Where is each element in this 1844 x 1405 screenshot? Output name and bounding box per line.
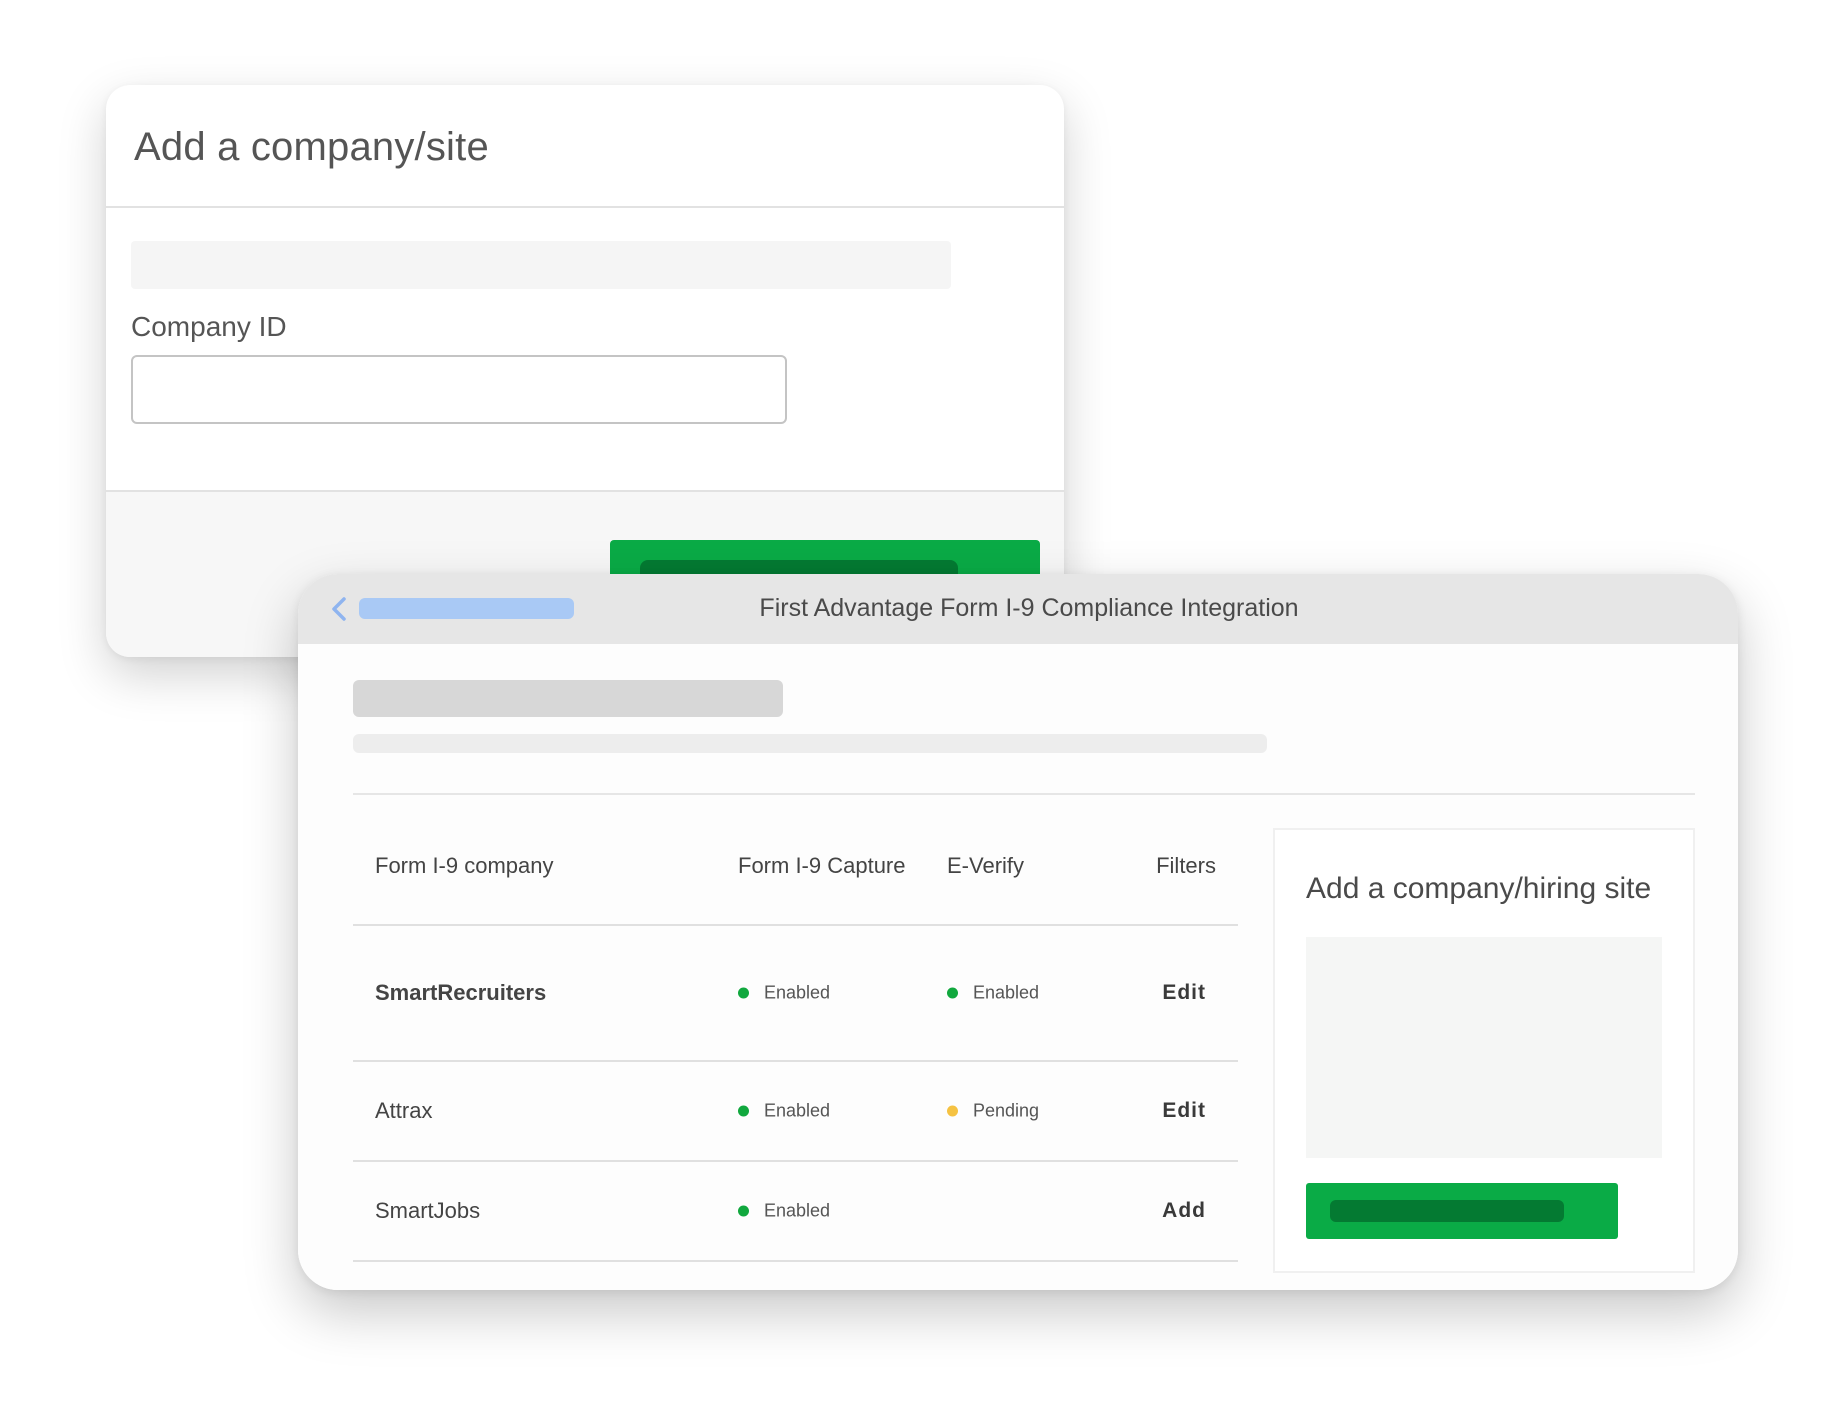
edit-button[interactable]: Edit <box>1162 1099 1206 1123</box>
company-name: Attrax <box>375 1098 433 1123</box>
add-company-modal: Add a company/site Company ID <box>106 85 1064 657</box>
column-header-everify: E-Verify <box>947 853 1025 878</box>
add-hiring-site-panel: Add a company/hiring site <box>1273 828 1695 1273</box>
add-button[interactable]: Add <box>1162 1199 1206 1223</box>
status-dot-icon <box>947 1105 958 1117</box>
everify-status: Enabled <box>947 983 1039 1004</box>
capture-status: Enabled <box>738 983 830 1004</box>
column-header-capture: Form I-9 Capture <box>738 853 906 878</box>
status-dot-icon <box>947 987 958 999</box>
panel-submit-button[interactable] <box>1306 1183 1618 1239</box>
window-body: Form I-9 company Form I-9 Capture E-Veri… <box>298 644 1738 1290</box>
stage: Add a company/site Company ID First Adva… <box>0 0 1844 1405</box>
window-title: First Advantage Form I-9 Compliance Inte… <box>759 594 1299 622</box>
window-header: First Advantage Form I-9 Compliance Inte… <box>298 574 1738 644</box>
capture-status-label: Enabled <box>764 1200 831 1221</box>
everify-status-label: Enabled <box>973 982 1040 1003</box>
table-row: Attrax Enabled Pending Edit <box>353 1062 1238 1162</box>
column-header-filters: Filters <box>1156 853 1216 878</box>
capture-status: Enabled <box>738 1201 830 1222</box>
company-name: SmartRecruiters <box>375 980 547 1005</box>
company-name: SmartJobs <box>375 1198 481 1223</box>
table-row: SmartJobs Enabled Add <box>353 1162 1238 1262</box>
button-label-placeholder <box>1330 1200 1564 1222</box>
edit-button[interactable]: Edit <box>1162 981 1206 1005</box>
modal-header-divider <box>106 206 1064 208</box>
column-header-company: Form I-9 company <box>375 853 554 878</box>
modal-placeholder-bar <box>131 241 951 289</box>
everify-status: Pending <box>947 1101 1039 1122</box>
panel-title: Add a company/hiring site <box>1306 872 1652 905</box>
panel-content-placeholder <box>1306 937 1662 1158</box>
integration-window: First Advantage Form I-9 Compliance Inte… <box>298 574 1738 1290</box>
company-id-input[interactable] <box>131 355 787 424</box>
everify-status-label: Pending <box>973 1100 1040 1121</box>
section-divider <box>353 793 1695 795</box>
capture-status-label: Enabled <box>764 1100 831 1121</box>
table-row: SmartRecruiters Enabled Enabled Edit <box>353 926 1238 1062</box>
table-header: Form I-9 company Form I-9 Capture E-Veri… <box>353 796 1238 926</box>
company-id-label: Company ID <box>131 311 287 342</box>
heading-placeholder <box>353 680 783 717</box>
subheading-placeholder <box>353 734 1267 753</box>
capture-status: Enabled <box>738 1101 830 1122</box>
status-dot-icon <box>738 1105 749 1117</box>
status-dot-icon <box>738 1205 749 1217</box>
status-dot-icon <box>738 987 749 999</box>
capture-status-label: Enabled <box>764 982 831 1003</box>
companies-table: Form I-9 company Form I-9 Capture E-Veri… <box>353 796 1238 1262</box>
modal-title: Add a company/site <box>134 125 489 169</box>
